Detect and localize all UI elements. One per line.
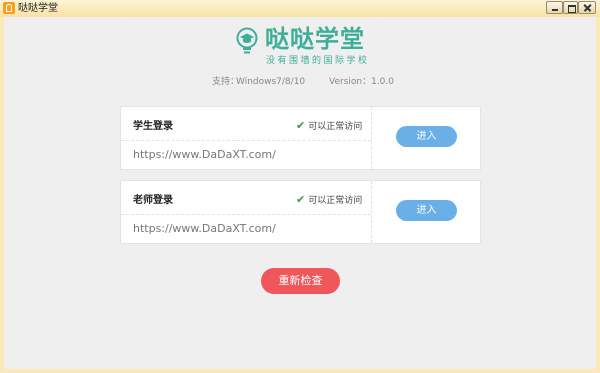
check-icon: ✔ xyxy=(296,119,306,132)
student-enter-button[interactable]: 进入 xyxy=(396,126,457,147)
lightbulb-logo-icon xyxy=(236,27,258,54)
app-icon xyxy=(3,2,15,14)
recheck-button[interactable]: 重新检查 xyxy=(261,268,340,294)
support-label: 支持： xyxy=(212,77,240,87)
divider xyxy=(121,214,371,215)
status-badge: ✔ 可以正常访问 xyxy=(296,119,362,134)
status-text: 可以正常访问 xyxy=(308,196,363,206)
divider xyxy=(371,181,372,243)
minimize-button[interactable] xyxy=(546,1,563,14)
teacher-enter-button[interactable]: 进入 xyxy=(396,200,457,221)
login-url: https://www.DaDaXT.com/ xyxy=(133,148,276,161)
support-os: Windows7/8/10 xyxy=(236,77,306,87)
teacher-login-card: 老师登录 ✔ 可以正常访问 https://www.DaDaXT.com/ 进入 xyxy=(120,180,481,244)
card-heading: 学生登录 xyxy=(133,121,173,132)
divider xyxy=(371,107,372,169)
check-icon: ✔ xyxy=(296,193,306,206)
window-title: 哒哒学堂 xyxy=(18,3,58,14)
divider xyxy=(121,140,371,141)
status-text: 可以正常访问 xyxy=(308,122,363,132)
logo-slogan: 没有围墙的国际学校 xyxy=(266,56,370,66)
title-bar[interactable]: 哒哒学堂 xyxy=(0,0,600,17)
close-button[interactable] xyxy=(578,1,596,14)
version-label: Version：1.0.0 xyxy=(329,77,394,87)
status-badge: ✔ 可以正常访问 xyxy=(296,193,362,208)
login-url: https://www.DaDaXT.com/ xyxy=(133,222,276,235)
student-login-card: 学生登录 ✔ 可以正常访问 https://www.DaDaXT.com/ 进入 xyxy=(120,106,481,170)
card-heading: 老师登录 xyxy=(133,195,173,206)
maximize-button[interactable] xyxy=(563,1,578,14)
logo-text: 哒哒学堂 xyxy=(265,25,365,53)
